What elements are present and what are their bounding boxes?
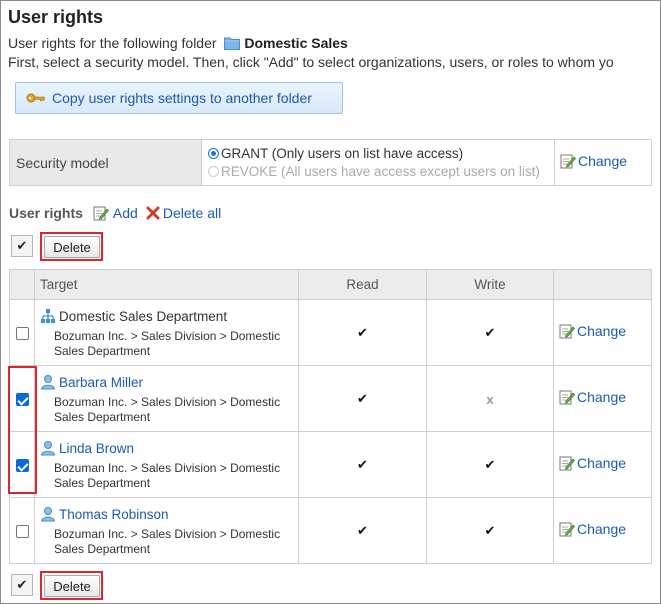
header-checkbox-col (9, 269, 35, 300)
delete-button-top[interactable]: Delete (44, 236, 100, 258)
edit-icon (559, 455, 575, 474)
header-write: Write (426, 269, 554, 300)
write-permission: ✔ (484, 325, 496, 340)
select-all-toggle-bottom[interactable]: ✔ (11, 574, 33, 596)
edit-icon (559, 521, 575, 540)
delete-all-link[interactable]: Delete all (146, 205, 221, 221)
target-path: Bozuman Inc. > Sales Division > Domestic… (54, 461, 281, 490)
table-row: Barbara Miller Bozuman Inc. > Sales Divi… (9, 365, 652, 432)
read-permission: ✔ (357, 457, 368, 472)
revoke-label: REVOKE (All users have access except use… (221, 163, 540, 179)
rights-table-header: Target Read Write (9, 269, 652, 300)
read-permission: ✔ (357, 325, 368, 340)
security-change-link[interactable]: Change (560, 153, 627, 169)
grant-option[interactable]: GRANT (Only users on list have access) (208, 145, 553, 163)
edit-icon (559, 323, 575, 342)
user-icon (40, 506, 56, 522)
table-row: Thomas Robinson Bozuman Inc. > Sales Div… (9, 497, 652, 564)
table-row: Domestic Sales Department Bozuman Inc. >… (9, 299, 652, 366)
write-permission: x (486, 391, 494, 407)
target-path: Bozuman Inc. > Sales Division > Domestic… (54, 395, 281, 424)
row-change-link[interactable]: Change (559, 455, 626, 471)
security-model-table: Security model GRANT (Only users on list… (9, 139, 652, 186)
folder-name: Domestic Sales (244, 35, 348, 51)
read-permission: ✔ (357, 391, 368, 406)
row-change-link[interactable]: Change (559, 521, 626, 537)
target-name[interactable]: Thomas Robinson (40, 504, 297, 524)
target-name: Domestic Sales Department (40, 306, 297, 326)
select-all-toggle-top[interactable]: ✔ (11, 235, 33, 257)
security-model-label: Security model (9, 139, 202, 186)
folder-icon (224, 36, 241, 53)
add-icon (93, 205, 110, 221)
grant-radio[interactable] (208, 147, 219, 159)
grant-label: GRANT (Only users on list have access) (221, 145, 464, 161)
delete-x-icon (146, 206, 160, 220)
user-icon (40, 440, 56, 456)
header-target: Target (34, 269, 299, 300)
row-change-link[interactable]: Change (559, 323, 626, 339)
user-icon (40, 374, 56, 390)
header-change-col (553, 269, 652, 300)
intro-text: User rights for the following folder (8, 35, 217, 51)
security-model-options: GRANT (Only users on list have access) R… (201, 139, 555, 186)
edit-icon (559, 389, 575, 408)
target-path: Bozuman Inc. > Sales Division > Domestic… (54, 527, 281, 556)
row-checkbox[interactable] (15, 525, 29, 539)
write-permission: ✔ (484, 457, 496, 472)
target-name[interactable]: Linda Brown (40, 438, 297, 458)
key-icon (26, 92, 46, 104)
row-change-link[interactable]: Change (559, 389, 626, 405)
delete-button-bottom[interactable]: Delete (44, 575, 100, 597)
target-path: Bozuman Inc. > Sales Division > Domestic… (54, 329, 281, 358)
write-permission: ✔ (484, 523, 496, 538)
copy-rights-button[interactable]: Copy user rights settings to another fol… (15, 82, 343, 114)
rights-table: Target Read Write Domestic Sales Departm… (9, 269, 652, 564)
organization-icon (40, 308, 56, 324)
user-rights-panel: User rights User rights for the followin… (0, 0, 661, 604)
rights-toolbar: User rights Add Delete all (9, 205, 229, 221)
intro-line: User rights for the following folder Dom… (8, 35, 348, 53)
revoke-option: REVOKE (All users have access except use… (208, 163, 553, 181)
checked-rows-highlight (8, 366, 37, 494)
target-name[interactable]: Barbara Miller (40, 372, 297, 392)
header-read: Read (298, 269, 427, 300)
table-row: Linda Brown Bozuman Inc. > Sales Divisio… (9, 431, 652, 498)
row-checkbox[interactable] (15, 327, 29, 341)
rights-title: User rights (9, 205, 83, 221)
copy-rights-label: Copy user rights settings to another fol… (52, 90, 312, 106)
edit-icon (560, 153, 576, 172)
add-link[interactable]: Add (93, 205, 138, 221)
page-title: User rights (8, 7, 104, 27)
read-permission: ✔ (357, 523, 368, 538)
instruction-text: First, select a security model. Then, cl… (8, 54, 614, 70)
security-change-cell: Change (554, 139, 652, 186)
revoke-radio (208, 165, 219, 177)
